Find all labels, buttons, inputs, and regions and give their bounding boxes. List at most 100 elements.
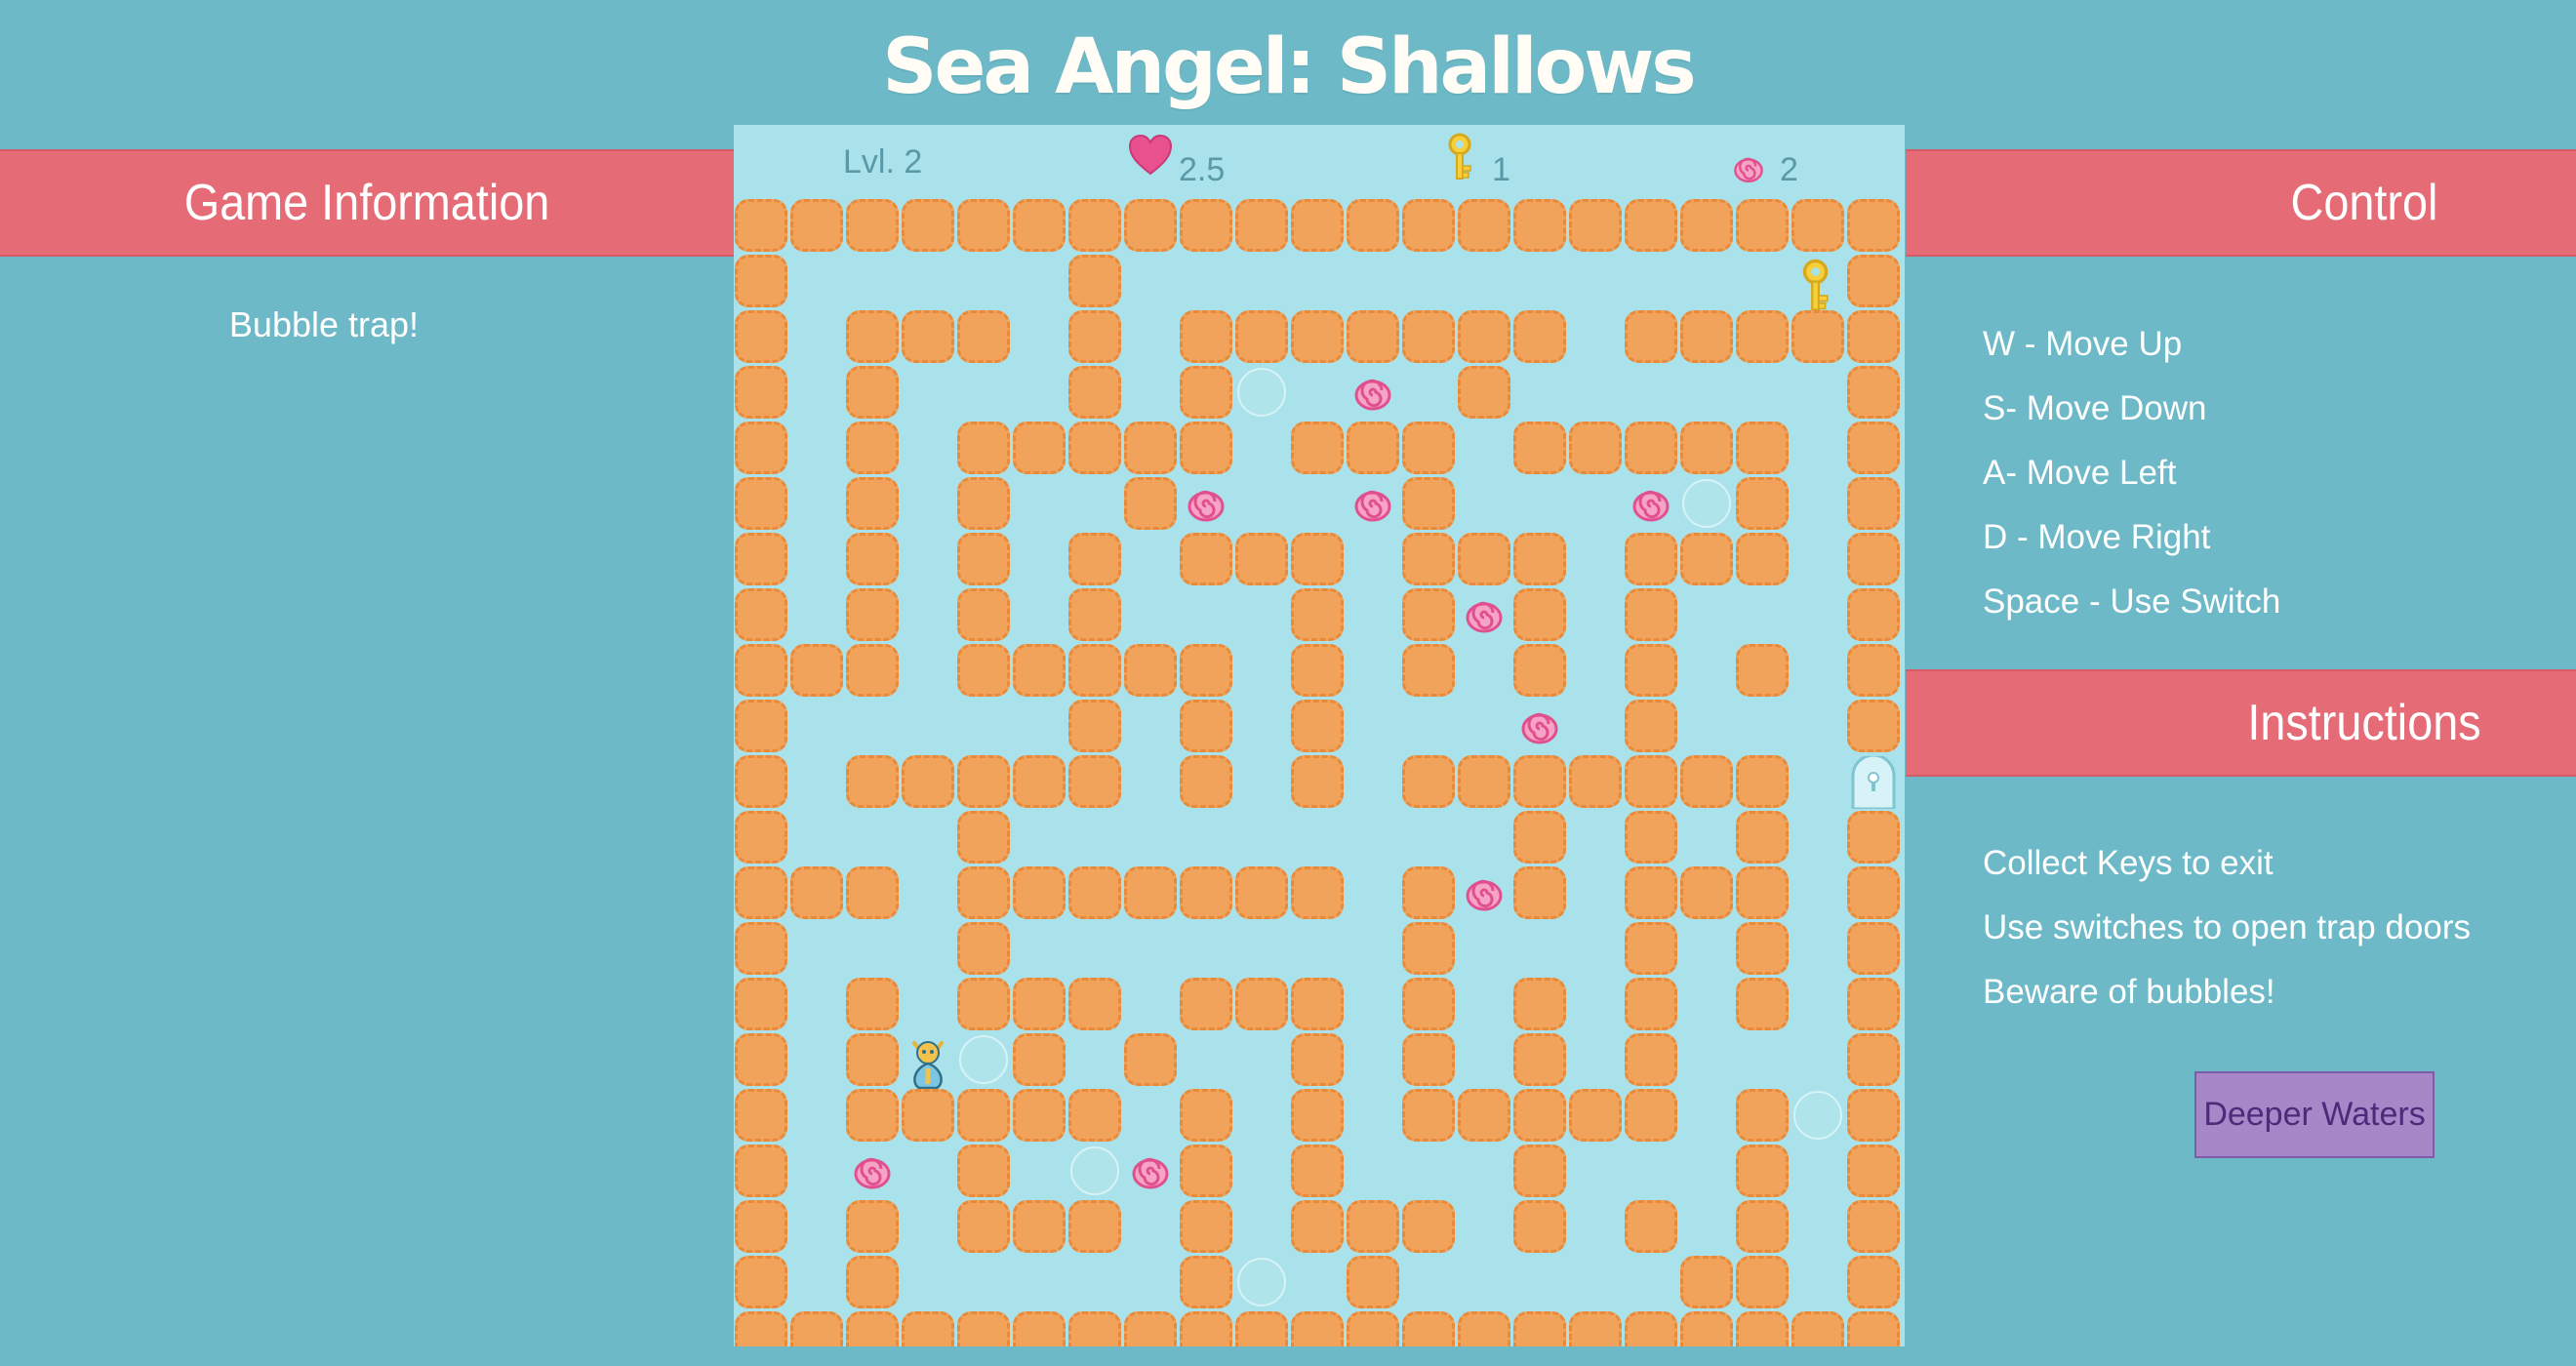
maze-wall-block <box>1180 533 1232 585</box>
maze-wall-block <box>1402 533 1455 585</box>
maze-wall-block <box>1513 866 1566 919</box>
maze-wall-block <box>1625 1033 1677 1086</box>
game-board[interactable]: Lvl. 2 2.5 1 2 <box>734 125 1905 1346</box>
shell-pickup <box>1465 596 1504 635</box>
shell-pickup <box>1131 1152 1170 1191</box>
bubble-hazard <box>1070 1146 1119 1195</box>
maze-wall-block <box>1013 422 1066 474</box>
maze-wall-block <box>1291 1200 1344 1253</box>
maze-wall-block <box>790 1311 843 1346</box>
maze-wall-block <box>735 199 787 252</box>
shell-pickup <box>1631 485 1670 524</box>
maze-wall-block <box>735 700 787 752</box>
maze-wall-block <box>1068 700 1121 752</box>
maze-wall-block <box>1068 644 1121 697</box>
maze-wall-block <box>1736 1145 1789 1197</box>
maze-wall-block <box>846 1089 899 1142</box>
maze-wall-block <box>1736 922 1789 975</box>
maze-wall-block <box>735 644 787 697</box>
maze-wall-block <box>1180 1200 1232 1253</box>
maze-wall-block <box>1847 1200 1900 1253</box>
maze-wall-block <box>1736 1089 1789 1142</box>
maze-wall-block <box>1736 1200 1789 1253</box>
maze-wall-block <box>1513 533 1566 585</box>
deeper-waters-button[interactable]: Deeper Waters <box>2194 1071 2435 1158</box>
maze-wall-block <box>1625 644 1677 697</box>
maze-wall-block <box>1847 366 1900 419</box>
maze-wall-block <box>1291 978 1344 1030</box>
maze-wall-block <box>1458 755 1510 808</box>
maze-wall-block <box>1736 866 1789 919</box>
maze-wall-block <box>790 866 843 919</box>
maze-wall-block <box>735 1311 787 1346</box>
maze-wall-block <box>1847 422 1900 474</box>
maze-wall-block <box>846 978 899 1030</box>
maze-wall-block <box>1291 1311 1344 1346</box>
maze-wall-block <box>1180 1089 1232 1142</box>
maze-wall-block <box>1625 310 1677 363</box>
maze-wall-block <box>1180 978 1232 1030</box>
maze-wall-block <box>1625 533 1677 585</box>
maze-wall-block <box>1847 978 1900 1030</box>
maze-wall-block <box>1291 533 1344 585</box>
maze-wall-block <box>735 533 787 585</box>
maze-wall-block <box>1013 1089 1066 1142</box>
maze-wall-block <box>1013 978 1066 1030</box>
maze-wall-block <box>846 422 899 474</box>
maze-wall-block <box>957 199 1010 252</box>
maze-wall-block <box>1180 310 1232 363</box>
maze-wall-block <box>1847 477 1900 530</box>
maze-wall-block <box>1291 755 1344 808</box>
maze-wall-block <box>1847 811 1900 864</box>
maze-wall-block <box>1402 477 1455 530</box>
maze-wall-block <box>1347 310 1399 363</box>
maze-wall-block <box>1235 310 1288 363</box>
maze-wall-block <box>957 422 1010 474</box>
maze-wall-block <box>1847 1311 1900 1346</box>
game-information-header: Game Information <box>0 149 734 257</box>
maze-wall-block <box>1680 422 1733 474</box>
bubble-hazard <box>959 1035 1008 1084</box>
maze-wall-block <box>1513 310 1566 363</box>
maze-wall-block <box>1625 811 1677 864</box>
maze-wall-block <box>846 310 899 363</box>
maze-wall-block <box>735 255 787 307</box>
maze-wall-block <box>846 477 899 530</box>
maze-wall-block <box>846 588 899 641</box>
maze-wall-block <box>957 978 1010 1030</box>
maze-wall-block <box>1625 978 1677 1030</box>
maze-wall-block <box>1625 1311 1677 1346</box>
maze-wall-block <box>1068 533 1121 585</box>
maze-wall-block <box>1513 755 1566 808</box>
maze-wall-block <box>902 310 954 363</box>
maze-wall-block <box>1513 199 1566 252</box>
maze-wall-block <box>1180 199 1232 252</box>
maze-wall-block <box>1736 1311 1789 1346</box>
maze-wall-block <box>1180 755 1232 808</box>
maze-wall-block <box>735 922 787 975</box>
maze-wall-block <box>1347 422 1399 474</box>
maze-wall-block <box>902 755 954 808</box>
maze-wall-block <box>735 422 787 474</box>
shell-pickup <box>853 1152 892 1191</box>
control-item: S- Move Down <box>1983 389 2207 427</box>
maze-wall-block <box>1736 811 1789 864</box>
maze-wall-block <box>957 1200 1010 1253</box>
maze-wall-block <box>846 1311 899 1346</box>
maze-wall-block <box>1791 199 1844 252</box>
maze-wall-block <box>1513 422 1566 474</box>
maze-wall-block <box>1347 1200 1399 1253</box>
maze-wall-block <box>1402 922 1455 975</box>
shell-pickup <box>1187 485 1226 524</box>
maze-wall-block <box>1513 1200 1566 1253</box>
maze-wall-block <box>1124 866 1177 919</box>
instruction-item: Use switches to open trap doors <box>1983 908 2471 946</box>
maze-wall-block <box>1402 310 1455 363</box>
maze-wall-block <box>1458 310 1510 363</box>
maze-wall-block <box>957 310 1010 363</box>
maze-wall-block <box>1513 1311 1566 1346</box>
maze-wall-block <box>957 755 1010 808</box>
maze-wall-block <box>1180 366 1232 419</box>
maze-wall-block <box>1291 588 1344 641</box>
control-heading: Control <box>2290 175 2438 231</box>
